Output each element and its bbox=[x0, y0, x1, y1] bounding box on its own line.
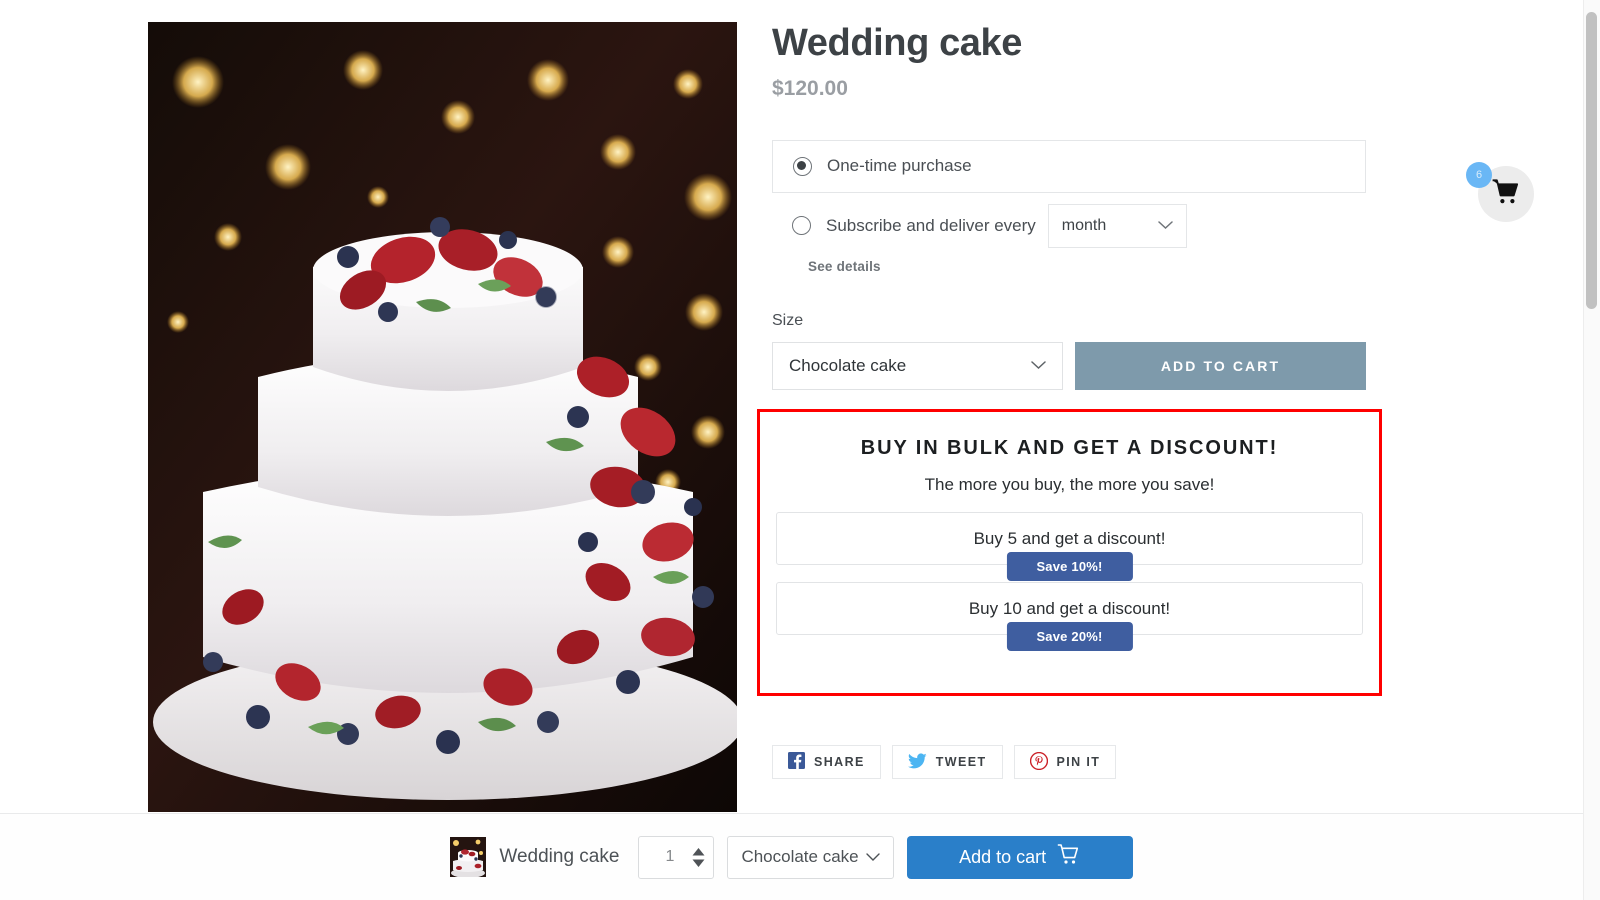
bulk-offer-text: Buy 5 and get a discount! bbox=[973, 528, 1166, 548]
share-twitter-button[interactable]: TWEET bbox=[891, 745, 1003, 779]
share-pinterest-label: PIN IT bbox=[1056, 755, 1101, 769]
one-time-purchase-option[interactable]: One-time purchase bbox=[772, 139, 1366, 193]
share-facebook-label: SHARE bbox=[814, 755, 865, 769]
chevron-down-icon bbox=[865, 852, 880, 862]
bulk-offer-card[interactable]: Buy 10 and get a discount! Save 20%! bbox=[776, 582, 1363, 651]
bulk-heading: BUY IN BULK AND GET A DISCOUNT! bbox=[860, 437, 1279, 459]
scrollbar-track[interactable] bbox=[1583, 0, 1600, 900]
share-pinterest-button[interactable]: PIN IT bbox=[1013, 745, 1117, 779]
twitter-icon bbox=[907, 752, 927, 772]
share-buttons: SHARE TWEET PIN IT bbox=[772, 745, 1117, 779]
delivery-interval-select[interactable]: month bbox=[1047, 203, 1187, 248]
save-badge: Save 20%! bbox=[1006, 622, 1133, 651]
product-price: $120.00 bbox=[772, 76, 848, 100]
one-time-purchase-label: One-time purchase bbox=[827, 156, 972, 176]
product-page: Wedding cake $120.00 One-time purchase S… bbox=[0, 0, 1600, 900]
bulk-offer-text: Buy 10 and get a discount! bbox=[968, 598, 1171, 618]
page-title: Wedding cake bbox=[772, 22, 1023, 64]
chevron-down-icon bbox=[1158, 221, 1173, 230]
cart-count-badge: 6 bbox=[1466, 162, 1492, 188]
pinterest-icon bbox=[1029, 751, 1048, 773]
bulk-discount-highlight: BUY IN BULK AND GET A DISCOUNT! The more… bbox=[757, 409, 1382, 696]
quantity-value[interactable]: 1 bbox=[647, 848, 692, 866]
purchase-options: One-time purchase Subscribe and deliver … bbox=[772, 139, 1366, 276]
sticky-add-to-cart-label: Add to cart bbox=[959, 846, 1047, 867]
product-image[interactable] bbox=[148, 22, 737, 812]
subscribe-option[interactable]: Subscribe and deliver every month bbox=[772, 201, 1366, 250]
sticky-variant-value: Chocolate cake bbox=[741, 847, 859, 866]
size-row: Chocolate cake ADD TO CART bbox=[772, 341, 1366, 390]
shopping-cart-icon bbox=[1492, 178, 1520, 210]
share-facebook-button[interactable]: SHARE bbox=[772, 745, 881, 779]
size-label: Size bbox=[772, 311, 804, 329]
chevron-down-icon bbox=[1031, 361, 1046, 370]
bulk-offer-card[interactable]: Buy 5 and get a discount! Save 10%! bbox=[776, 512, 1363, 581]
shopping-cart-icon bbox=[1057, 844, 1080, 870]
facebook-icon bbox=[788, 752, 805, 772]
sticky-add-to-cart-button[interactable]: Add to cart bbox=[906, 835, 1133, 879]
delivery-interval-value: month bbox=[1061, 216, 1107, 234]
quantity-stepper[interactable]: 1 bbox=[638, 835, 715, 879]
see-details-link[interactable]: See details bbox=[808, 259, 881, 274]
save-badge: Save 10%! bbox=[1006, 552, 1133, 581]
product-thumbnail bbox=[450, 837, 487, 877]
bulk-subheading: The more you buy, the more you save! bbox=[924, 475, 1215, 494]
size-select[interactable]: Chocolate cake bbox=[772, 341, 1063, 390]
radio-one-time[interactable] bbox=[793, 156, 812, 176]
quantity-arrows[interactable] bbox=[692, 847, 705, 867]
sticky-product-title: Wedding cake bbox=[499, 846, 620, 867]
sticky-variant-select[interactable]: Chocolate cake bbox=[727, 835, 894, 879]
sticky-add-to-cart-bar: Wedding cake 1 Chocolate cake Add to car… bbox=[0, 813, 1583, 900]
add-to-cart-button[interactable]: ADD TO CART bbox=[1075, 341, 1366, 390]
subscribe-label: Subscribe and deliver every bbox=[826, 215, 1036, 235]
share-twitter-label: TWEET bbox=[935, 755, 987, 769]
bulk-discount-section: BUY IN BULK AND GET A DISCOUNT! The more… bbox=[760, 412, 1379, 651]
scrollbar-thumb[interactable] bbox=[1586, 12, 1597, 309]
chevron-down-icon bbox=[692, 859, 705, 867]
radio-subscribe[interactable] bbox=[792, 216, 811, 236]
product-details: Wedding cake $120.00 One-time purchase S… bbox=[772, 22, 1366, 390]
chevron-up-icon bbox=[692, 847, 705, 855]
size-select-value: Chocolate cake bbox=[789, 355, 907, 375]
